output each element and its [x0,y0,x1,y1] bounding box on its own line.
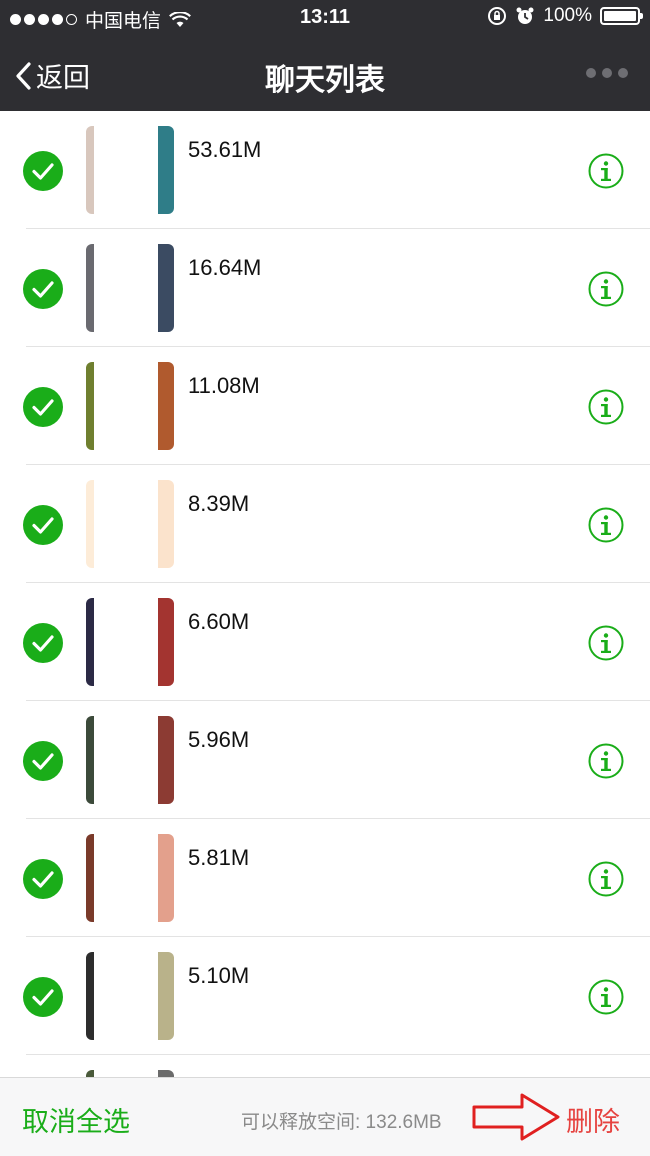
info-circle-icon[interactable] [588,389,624,425]
list-item[interactable]: 53.61M [0,111,650,229]
info-circle-icon[interactable] [588,743,624,779]
delete-button[interactable]: 删除 [566,1100,620,1139]
chat-size-label: 11.08M [188,373,260,398]
chat-thumbnail [86,598,174,686]
status-right: 100% [487,5,643,27]
check-circle-icon[interactable] [23,269,63,309]
page-title: 聊天列表 [265,64,385,97]
chat-size-label: 5.81M [188,845,250,870]
check-circle-icon[interactable] [23,859,63,899]
chat-size-label: 16.64M [188,255,262,280]
list-item[interactable]: 16.64M [0,229,650,347]
check-circle-icon[interactable] [23,977,63,1017]
check-circle-icon[interactable] [23,741,63,781]
chat-thumbnail [86,952,174,1040]
wifi-icon [169,11,191,27]
info-circle-icon[interactable] [588,507,624,543]
bottom-toolbar: 取消全选 可以释放空间: 132.6MB 删除 [0,1077,650,1156]
battery-icon [600,7,643,25]
info-circle-icon[interactable] [588,153,624,189]
chat-thumbnail [86,834,174,922]
chat-size-label: 8.39M [188,491,250,516]
check-circle-icon[interactable] [23,387,63,427]
status-bar: 中国电信 13:11 100% [0,0,650,36]
red-arrow-icon [472,1093,560,1141]
check-circle-icon[interactable] [23,151,63,191]
list-item[interactable] [0,1055,650,1077]
status-left: 中国电信 [10,6,191,33]
free-space-text: 可以释放空间: 132.6MB [241,1112,442,1133]
back-button[interactable]: 返回 [14,56,90,95]
info-circle-icon[interactable] [588,861,624,897]
chevron-left-icon [16,61,31,90]
chat-size-label: 5.10M [188,963,250,988]
chat-thumbnail [86,126,174,214]
back-label: 返回 [36,63,90,93]
list-item[interactable]: 5.96M [0,701,650,819]
chat-thumbnail [86,716,174,804]
chat-size-label: 5.96M [188,727,250,752]
check-circle-icon[interactable] [23,623,63,663]
info-circle-icon[interactable] [588,979,624,1015]
battery-percent: 100% [543,5,592,26]
signal-strength-icon [10,14,77,25]
list-item[interactable]: 5.81M [0,819,650,937]
carrier-name: 中国电信 [85,11,162,32]
info-circle-icon[interactable] [588,271,624,307]
list-item[interactable]: 8.39M [0,465,650,583]
cancel-select-all-button[interactable]: 取消全选 [22,1100,130,1139]
chat-list: 53.61M 16.64M 11.08M 8.39M 6.60M 5.96M 5.81M 5.… [0,111,650,1077]
list-item[interactable]: 6.60M [0,583,650,701]
top-header: 中国电信 13:11 100% 返回 聊天列表 [0,0,650,111]
chat-size-label: 53.61M [188,137,262,162]
chat-thumbnail [86,480,174,568]
rotation-lock-icon [488,7,507,25]
list-item[interactable]: 5.10M [0,937,650,1055]
alarm-icon [516,7,534,24]
navigation-bar: 返回 聊天列表 [0,36,650,111]
chat-size-label: 6.60M [188,609,250,634]
info-circle-icon[interactable] [588,625,624,661]
chat-thumbnail [86,1070,174,1077]
check-circle-icon[interactable] [23,505,63,545]
chat-thumbnail [86,244,174,332]
list-item[interactable]: 11.08M [0,347,650,465]
more-dots-icon[interactable] [586,68,628,78]
chat-thumbnail [86,362,174,450]
